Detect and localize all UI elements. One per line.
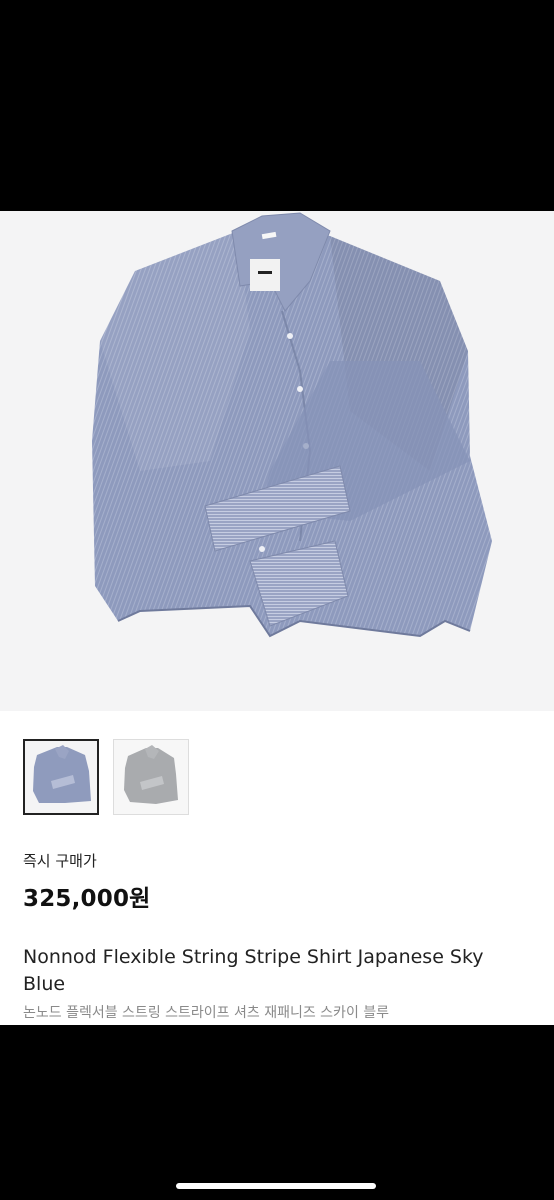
thumbnail-blue-shirt[interactable] (23, 739, 99, 815)
shirt-thumbnail-blue (25, 741, 97, 813)
status-bar-area (0, 0, 554, 211)
price-label: 즉시 구매가 (23, 852, 97, 870)
product-detail: 즉시 구매가 325,000원 Nonnod Flexible String S… (0, 211, 554, 1025)
home-indicator[interactable] (176, 1183, 376, 1189)
shirt-photo (92, 212, 492, 638)
product-subtitle-korean: 논노드 플렉서블 스트링 스트라이프 셔츠 재패니즈 스카이 블루 (23, 1005, 390, 1021)
product-title: Nonnod Flexible String Stripe Shirt Japa… (23, 946, 484, 995)
thumbnail-gray-shirt[interactable] (113, 739, 189, 815)
product-main-image[interactable] (0, 211, 554, 711)
shirt-thumbnail-gray (114, 740, 188, 814)
price-value: 325,000원 (23, 886, 151, 912)
